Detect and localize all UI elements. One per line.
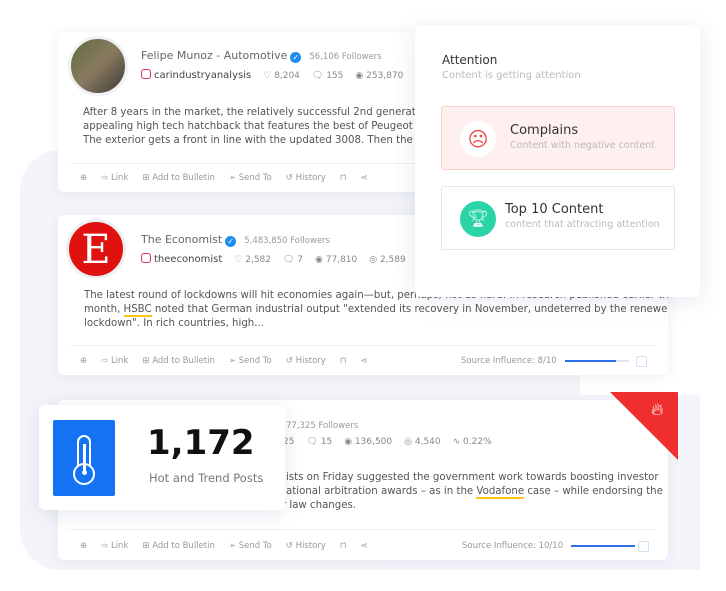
author-name[interactable]: Felipe Munoz - Automotive [141,49,287,62]
attention-panel: Attention Content is getting attention ☹… [415,25,700,297]
panel-title: Attention [442,53,498,67]
instagram-icon [141,253,151,263]
influence-bar [571,544,636,547]
verified-icon: ✓ [290,52,302,63]
history-button[interactable]: ↺ History [286,356,326,366]
bookmark-icon[interactable]: ⊓ [340,541,347,551]
history-button[interactable]: ↺ History [286,541,326,551]
select-checkbox[interactable] [636,356,647,367]
divider [70,345,656,346]
author-name[interactable]: The Economist [141,233,222,246]
bookmark-icon[interactable]: ⊓ [340,173,347,183]
panel-subtitle: Content is getting attention [442,70,581,81]
bookmark-icon[interactable]: ⊓ [340,356,347,366]
comments: 🗨 7 [283,255,304,265]
flame-icon: 🔥︎ [651,400,664,420]
share-icon[interactable]: ⋖ [360,173,367,183]
views: ◉ 253,870 [355,71,404,81]
divider [70,529,656,530]
option-subtitle: Content with negative content [510,140,655,151]
highlighted-keyword: Vodafone [476,486,525,499]
zoom-icon[interactable]: ⊕ [80,356,87,366]
share-icon[interactable]: ⋖ [360,356,367,366]
hot-count: 1,172 [147,423,255,463]
share-icon[interactable]: ⋖ [360,541,367,551]
avatar: E [66,219,126,279]
post-card: Felipe Munoz - Automotive ✓ 56,106 Followe… [58,32,438,192]
handle[interactable]: carindustryanalysis [154,70,251,81]
handle[interactable]: theeconomist [154,254,222,265]
select-checkbox[interactable] [638,541,649,552]
views: ◉ 136,500 [344,437,393,447]
likes: ♡ 2,582 [234,255,271,265]
post-body: ists on Friday suggested the government … [244,472,663,511]
send-to-button[interactable]: ➢ Send To [229,356,272,366]
hot-trend-card: 1,172 Hot and Trend Posts [39,405,285,510]
zoom-icon[interactable]: ⊕ [80,173,87,183]
hot-corner-badge [610,392,678,460]
likes: ♡ 8,204 [263,71,300,81]
highlighted-keyword: HSBC [123,304,152,317]
option-title: Complains [510,123,579,138]
influence-bar [564,359,629,362]
thermometer-icon [53,420,115,496]
send-to-button[interactable]: ➢ Send To [229,541,272,551]
shares: ◎ 2,589 [369,255,406,265]
link-button[interactable]: ⇨ Link [101,541,128,551]
trophy-icon: 🏆︎ [460,201,496,237]
top-10-content-option[interactable]: 🏆︎ Top 10 Content content that attractin… [441,186,675,250]
link-button[interactable]: ⇨ Link [101,173,128,183]
followers-count: 56,106 Followers [309,52,382,62]
complains-option[interactable]: ☹ Complains Content with negative conten… [441,106,675,170]
add-to-bulletin-button[interactable]: ⊞ Add to Bulletin [142,356,214,366]
avatar [68,36,128,96]
link-button[interactable]: ⇨ Link [101,356,128,366]
post-body: After 8 years in the market, the relativ… [83,107,432,146]
followers-count: 5,483,850 Followers [244,236,330,246]
option-subtitle: content that attracting attention [505,219,660,230]
send-to-button[interactable]: ➢ Send To [229,173,272,183]
add-to-bulletin-button[interactable]: ⊞ Add to Bulletin [142,541,214,551]
sad-face-icon: ☹ [460,121,496,157]
shares: ◎ 4,540 [404,437,441,447]
source-influence: Source Influence: 10/10 [462,541,636,551]
engagement: ∿ 0.22% [452,437,492,447]
views: ◉ 77,810 [315,255,358,265]
instagram-icon [141,69,151,79]
comments: 🗨 15 [306,437,333,447]
add-to-bulletin-button[interactable]: ⊞ Add to Bulletin [142,173,214,183]
divider [70,163,438,164]
history-button[interactable]: ↺ History [286,173,326,183]
hot-label: Hot and Trend Posts [149,471,264,485]
verified-icon: ✓ [225,236,237,247]
followers-count: 77,325 Followers [286,421,359,431]
source-influence: Source Influence: 8/10 [461,356,629,366]
option-title: Top 10 Content [505,202,604,217]
zoom-icon[interactable]: ⊕ [80,541,87,551]
comments: 🗨 155 [311,71,344,81]
